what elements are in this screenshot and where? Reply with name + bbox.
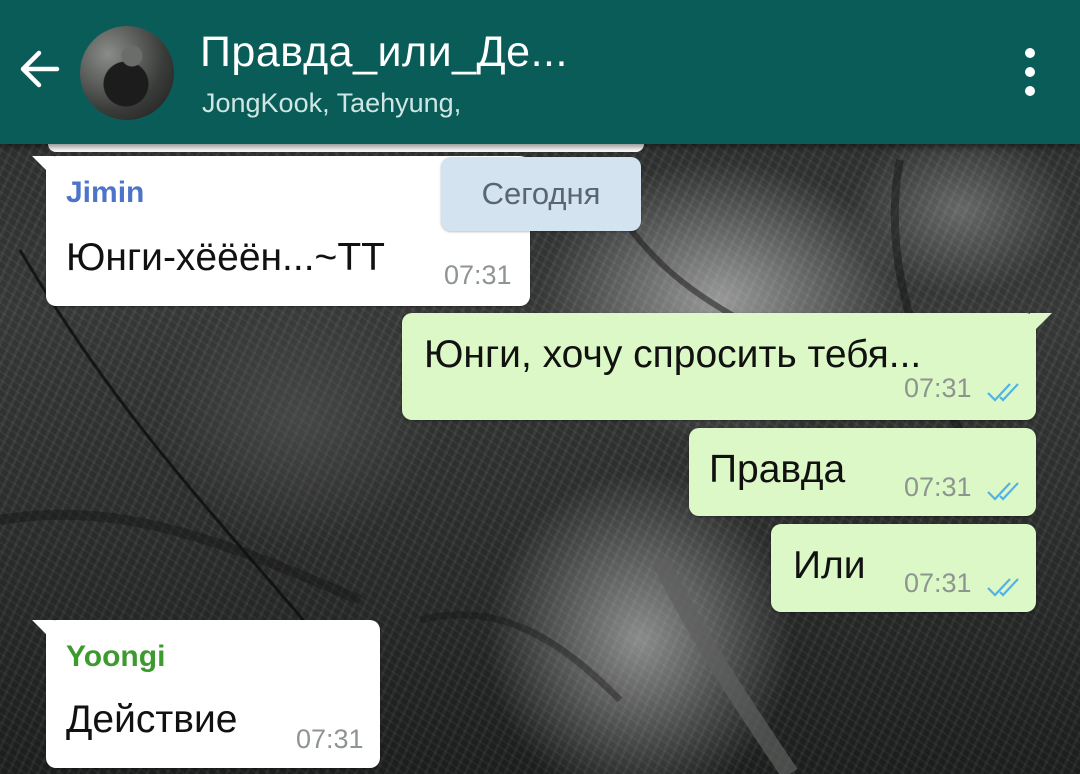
- sender-name: Jimin: [66, 176, 145, 209]
- double-check-icon: [987, 383, 1019, 402]
- message-text: Или: [793, 544, 866, 587]
- double-check-icon: [987, 482, 1019, 501]
- double-check-icon: [987, 578, 1019, 597]
- chat-header: Правда_или_Де... JongKook, Taehyung,: [0, 0, 1080, 144]
- message-time: 07:31: [904, 568, 972, 598]
- message-bubble-outgoing[interactable]: Правда 07:31: [689, 428, 1036, 516]
- more-options-button[interactable]: [1012, 44, 1048, 100]
- message-bubble-outgoing[interactable]: Или 07:31: [771, 524, 1036, 612]
- more-vertical-icon-dot: [1025, 86, 1035, 96]
- message-text: Действие: [66, 698, 238, 741]
- bubble-tail: [1030, 313, 1052, 335]
- message-bubble-incoming[interactable]: Yoongi Действие 07:31: [32, 620, 380, 768]
- message-time: 07:31: [904, 373, 972, 403]
- chat-participants[interactable]: JongKook, Taehyung,: [202, 88, 461, 119]
- message-text: Юнги-хёёён...~ТТ: [66, 236, 385, 279]
- more-vertical-icon-dot: [1025, 67, 1035, 77]
- message-bubble-outgoing[interactable]: Юнги, хочу спросить тебя... 07:31: [402, 313, 1052, 420]
- message-text: Юнги, хочу спросить тебя...: [424, 333, 922, 376]
- message-time: 07:31: [296, 724, 364, 754]
- more-vertical-icon: [1025, 48, 1035, 58]
- message-text: Правда: [709, 448, 846, 491]
- message-time: 07:31: [444, 260, 512, 290]
- date-separator: Сегодня: [441, 157, 641, 231]
- sender-name: Yoongi: [66, 640, 166, 673]
- bubble-tail: [32, 156, 54, 178]
- back-button[interactable]: [14, 44, 64, 94]
- chat-title[interactable]: Правда_или_Де...: [200, 28, 568, 77]
- bubble-tail: [32, 620, 54, 642]
- message-time: 07:31: [904, 472, 972, 502]
- group-avatar[interactable]: [80, 26, 174, 120]
- arrow-left-icon: [20, 50, 60, 88]
